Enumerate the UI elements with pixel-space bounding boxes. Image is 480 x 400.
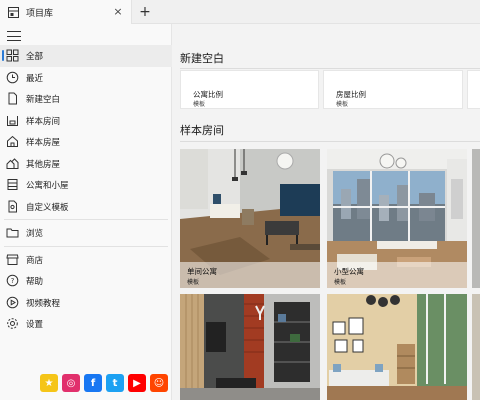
template-icon (8, 200, 17, 212)
sidebar-item-store[interactable]: 商店 (0, 249, 172, 271)
sidebar-nav: 全部 最近 新建空白 样本房间 样本房屋 其他房屋 公寓和小屋 自定义模板 浏览… (0, 45, 172, 335)
sidebar-item-help[interactable]: ? 帮助 (0, 270, 172, 292)
folder-icon (6, 228, 19, 238)
sidebar-item-sample-houses[interactable]: 样本房屋 (0, 131, 172, 153)
reddit-icon[interactable]: ☺ (150, 374, 168, 392)
sidebar-divider (4, 219, 168, 220)
sample-room-card-living[interactable] (327, 294, 467, 400)
main-content: 新建空白 公寓比例 模板 房屋比例 模板 样本房间 单间公寓 模板 小型公寓 模… (173, 24, 480, 400)
living-thumbnail (327, 294, 467, 400)
card-title: 小型公寓 (334, 267, 364, 276)
sidebar-item-label: 样本房屋 (26, 138, 61, 148)
sidebar-item-apartments[interactable]: 公寓和小屋 (0, 174, 172, 196)
social-links: ★ ◎ f t ▶ ☺ (40, 374, 168, 392)
sidebar-item-label: 新建空白 (26, 95, 61, 105)
room-icon (7, 115, 18, 126)
sidebar-item-label: 浏览 (26, 229, 44, 239)
tab-bar: 项目库 × + (0, 0, 480, 24)
sample-room-card-studio[interactable]: 单间公寓 模板 (180, 149, 320, 288)
sidebar-item-label: 样本房间 (26, 116, 61, 127)
play-icon (6, 296, 19, 308)
clock-icon (6, 71, 19, 83)
gear-icon (7, 318, 18, 329)
sidebar-item-sample-rooms[interactable]: 样本房间 (0, 110, 172, 132)
sidebar-item-label: 帮助 (26, 277, 44, 287)
star-icon[interactable]: ★ (40, 374, 58, 392)
sidebar-item-label: 其他房屋 (26, 159, 61, 170)
new-blank-apartment-scale[interactable]: 公寓比例 模板 (180, 70, 319, 109)
sample-room-card-partial[interactable] (472, 294, 480, 400)
section-title-sample-rooms: 样本房间 (180, 124, 224, 137)
new-blank-partial[interactable] (467, 70, 480, 109)
sidebar-item-all[interactable]: 全部 (0, 45, 172, 67)
sidebar-item-label: 全部 (26, 52, 44, 62)
library-icon (6, 5, 20, 19)
facebook-icon[interactable]: f (84, 374, 102, 392)
svg-text:?: ? (11, 277, 15, 285)
sidebar-item-video-tutorials[interactable]: 视频教程 (0, 292, 172, 314)
sidebar-item-new-blank[interactable]: 新建空白 (0, 88, 172, 110)
section-divider (180, 68, 480, 69)
sidebar-item-label: 商店 (26, 255, 44, 266)
sidebar-item-label: 最近 (26, 73, 44, 84)
grid-icon (6, 49, 19, 62)
new-blank-house-scale[interactable]: 房屋比例 模板 (323, 70, 463, 109)
hamburger-menu-icon[interactable] (6, 28, 22, 44)
tab-project-library[interactable]: 项目库 × (0, 0, 132, 24)
house-icon (7, 135, 18, 147)
sidebar-item-other-houses[interactable]: 其他房屋 (0, 153, 172, 175)
sidebar-item-settings[interactable]: 设置 (0, 313, 172, 335)
app-window: 项目库 × + 全部 最近 新建空白 样本房间 样本房屋 其他房屋 公寓和小屋 … (0, 0, 480, 400)
document-icon (8, 92, 17, 105)
instagram-icon[interactable]: ◎ (62, 374, 80, 392)
card-subtitle: 模板 (187, 279, 200, 286)
twitter-icon[interactable]: t (106, 374, 124, 392)
sidebar-item-label: 视频教程 (26, 298, 61, 309)
sidebar: 全部 最近 新建空白 样本房间 样本房屋 其他房屋 公寓和小屋 自定义模板 浏览… (0, 24, 172, 400)
close-tab-icon[interactable]: × (111, 5, 125, 19)
new-tab-button[interactable]: + (137, 3, 153, 21)
apartment-icon (7, 179, 18, 190)
card-caption: 小型公寓 模板 (327, 262, 467, 288)
sidebar-item-label: 公寓和小屋 (26, 181, 69, 191)
card-caption: 单间公寓 模板 (180, 262, 320, 288)
section-title-new-blank: 新建空白 (180, 52, 224, 65)
tab-label: 项目库 (26, 8, 54, 19)
card-subtitle: 模板 (334, 279, 347, 286)
sidebar-item-custom-templates[interactable]: 自定义模板 (0, 196, 172, 218)
help-icon: ? (6, 274, 19, 287)
loft-thumbnail (180, 294, 320, 400)
youtube-icon[interactable]: ▶ (128, 374, 146, 392)
houses-icon (6, 157, 19, 169)
sidebar-item-label: 设置 (26, 320, 44, 330)
sidebar-item-browse[interactable]: 浏览 (0, 222, 172, 244)
blank-subtitle: 模板 (336, 101, 349, 108)
store-icon (6, 254, 19, 265)
sidebar-item-label: 自定义模板 (26, 202, 69, 213)
blank-subtitle: 模板 (193, 101, 206, 108)
sidebar-divider (4, 245, 168, 247)
sample-room-card-partial[interactable] (472, 149, 480, 288)
sidebar-item-recent[interactable]: 最近 (0, 67, 172, 89)
card-title: 单间公寓 (187, 267, 217, 276)
sample-room-card-loft[interactable] (180, 294, 320, 400)
sample-room-card-small-apartment[interactable]: 小型公寓 模板 (327, 149, 467, 288)
section-divider (180, 141, 480, 142)
